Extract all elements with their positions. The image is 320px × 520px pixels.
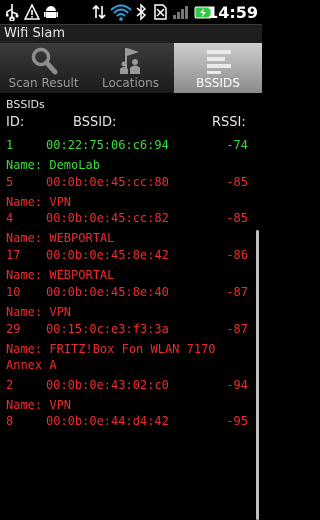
row-bssid: 00:22:75:06:c6:94 xyxy=(46,138,169,152)
row-rssi: -87 xyxy=(226,322,248,336)
row-network-name: Name: FRITZ!Box Fon WLAN 7170 Annex A xyxy=(6,342,216,372)
row-network-name: Name: DemoLab xyxy=(6,158,100,172)
bssid-list-panel[interactable]: BSSIDs ID: BSSID: RSSI: 1 00:22:75:06:c6:… xyxy=(0,93,262,520)
column-header-id: ID: xyxy=(6,115,25,130)
usb-icon xyxy=(6,4,19,21)
row-network-name: Name: VPN xyxy=(6,195,72,209)
row-id: 8 xyxy=(6,414,14,428)
row-bssid: 00:0b:0e:45:8e:42 xyxy=(46,248,169,262)
status-bar: 14:59 xyxy=(0,0,262,24)
sync-icon xyxy=(92,4,106,20)
row-rssi: -94 xyxy=(226,378,248,392)
app-title-bar: Wifi Slam xyxy=(0,24,262,44)
tab-scan-result-label: Scan Result xyxy=(8,76,79,90)
row-id: 10 xyxy=(6,285,21,299)
wifi-icon xyxy=(110,4,132,21)
tab-bar: Scan Result Locations BSSIDS xyxy=(0,43,262,93)
tab-locations-label: Locations xyxy=(101,76,159,90)
row-id: 5 xyxy=(6,175,14,189)
row-bssid: 00:0b:0e:43:02:c0 xyxy=(46,378,169,392)
row-network-name: Name: VPN xyxy=(6,398,72,412)
row-network-name: Name: WEBPORTAL xyxy=(6,231,115,245)
row-bssid: 00:0b:0e:45:cc:82 xyxy=(46,211,169,225)
location-marker-icon xyxy=(120,48,140,74)
column-header-bssid: BSSID: xyxy=(73,115,117,130)
scrollbar[interactable] xyxy=(256,230,259,520)
row-rssi: -74 xyxy=(226,138,248,152)
signal-icon xyxy=(173,6,188,19)
row-rssi: -86 xyxy=(226,248,248,262)
tab-scan-result[interactable]: Scan Result xyxy=(0,43,88,93)
row-rssi: -85 xyxy=(226,211,248,225)
row-rssi: -85 xyxy=(226,175,248,189)
row-bssid: 00:0b:0e:45:8e:40 xyxy=(46,285,169,299)
clock: 14:59 xyxy=(207,3,258,22)
row-rssi: -87 xyxy=(226,285,248,299)
row-rssi: -95 xyxy=(226,414,248,428)
row-id: 1 xyxy=(6,138,14,152)
row-bssid: 00:0b:0e:44:d4:42 xyxy=(46,414,169,428)
row-id: 2 xyxy=(6,378,14,392)
row-network-name: Name: VPN xyxy=(6,305,72,319)
row-network-name: Name: WEBPORTAL xyxy=(6,268,115,282)
magnifier-icon xyxy=(31,47,58,75)
bluetooth-icon xyxy=(136,3,147,21)
row-id: 29 xyxy=(6,322,21,336)
warning-icon xyxy=(24,3,40,20)
column-header-rssi: RSSI: xyxy=(212,115,246,130)
app-title: Wifi Slam xyxy=(4,26,65,41)
row-id: 4 xyxy=(6,211,14,225)
no-sim-icon xyxy=(154,4,167,20)
list-icon xyxy=(207,50,231,74)
android-icon xyxy=(44,6,58,18)
row-bssid: 00:15:0c:e3:f3:3a xyxy=(46,322,169,336)
row-id: 17 xyxy=(6,248,21,262)
tab-bssids-label: BSSIDS xyxy=(196,76,240,90)
row-bssid: 00:0b:0e:45:cc:80 xyxy=(46,175,169,189)
section-title: BSSIDs xyxy=(6,98,45,111)
tab-bssids[interactable]: BSSIDS xyxy=(174,43,262,93)
tab-locations[interactable]: Locations xyxy=(87,43,175,93)
